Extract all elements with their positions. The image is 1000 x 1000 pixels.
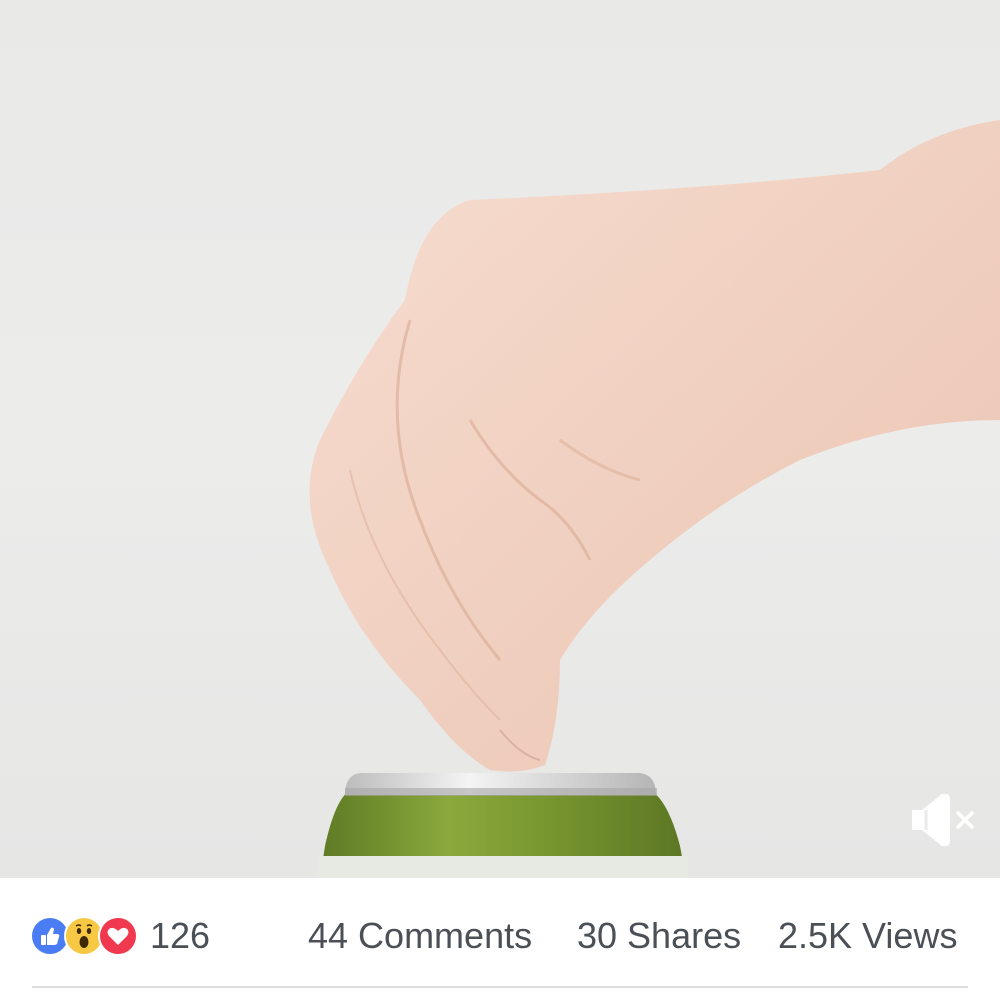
reaction-count: 126 [150,915,211,956]
video-player[interactable] [0,0,1000,878]
reactions-summary[interactable]: 126 [30,914,210,958]
speaker-muted-icon [912,794,974,846]
views-count[interactable]: 2.5K Views [778,914,957,958]
hand [309,120,1000,772]
mute-toggle-button[interactable] [908,788,978,852]
shares-link[interactable]: 30 Shares [577,914,741,958]
comments-link[interactable]: 44 Comments [308,914,532,958]
divider [32,986,968,988]
love-icon [98,916,138,956]
video-frame [309,120,1000,878]
drink-can [318,773,688,878]
